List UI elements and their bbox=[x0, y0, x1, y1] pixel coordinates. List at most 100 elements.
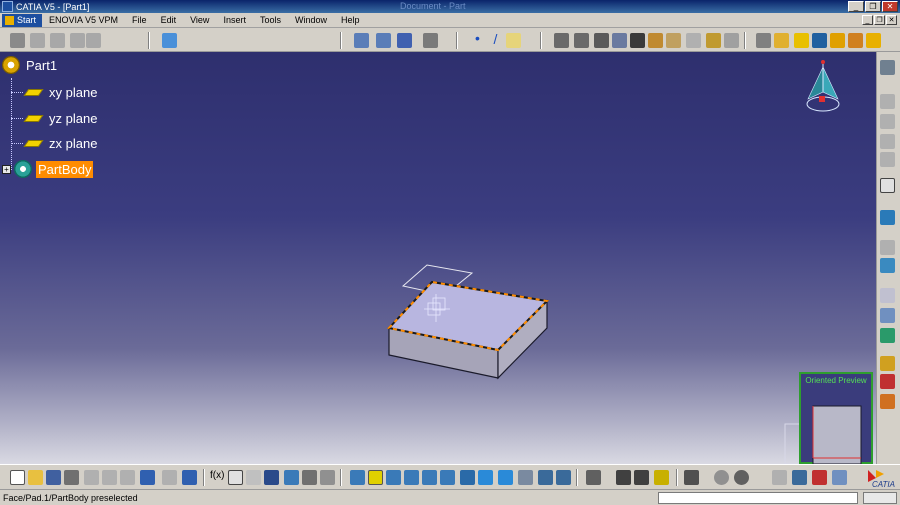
text-icon[interactable] bbox=[880, 288, 895, 303]
constraint-icon[interactable] bbox=[354, 33, 369, 48]
hole-icon[interactable] bbox=[612, 33, 627, 48]
measure-icon[interactable] bbox=[866, 33, 881, 48]
normal-view-icon[interactable] bbox=[460, 470, 475, 485]
constraint-dialog-icon[interactable] bbox=[376, 33, 391, 48]
fill-icon[interactable] bbox=[880, 94, 895, 109]
stopwatch-icon[interactable] bbox=[734, 470, 749, 485]
menu-help[interactable]: Help bbox=[334, 15, 367, 25]
split-icon[interactable] bbox=[880, 134, 895, 149]
scan-icon[interactable] bbox=[320, 470, 335, 485]
shading-icon[interactable] bbox=[518, 470, 533, 485]
draft-analysis-icon[interactable] bbox=[880, 374, 895, 389]
shaft-feature-icon[interactable] bbox=[594, 33, 609, 48]
trim-icon[interactable] bbox=[880, 152, 895, 167]
fly-mode-icon[interactable] bbox=[350, 470, 365, 485]
inertia-icon[interactable] bbox=[654, 470, 669, 485]
pattern-icon[interactable] bbox=[830, 33, 845, 48]
paste-icon[interactable] bbox=[120, 470, 135, 485]
whats-this-icon[interactable] bbox=[182, 470, 197, 485]
swap-space-icon[interactable] bbox=[556, 470, 571, 485]
multi-view-icon[interactable] bbox=[478, 470, 493, 485]
pocket-feature-icon[interactable] bbox=[574, 33, 589, 48]
doc-close-button[interactable]: ✕ bbox=[886, 15, 897, 25]
tree-root[interactable]: Part1 bbox=[2, 56, 57, 74]
fit-all-icon[interactable] bbox=[368, 470, 383, 485]
annotation-icon[interactable] bbox=[880, 210, 895, 225]
view-icon[interactable] bbox=[880, 240, 895, 255]
catia-app-icon[interactable] bbox=[2, 1, 13, 12]
minimize-button[interactable]: _ bbox=[848, 1, 864, 12]
hide-show-icon[interactable] bbox=[538, 470, 553, 485]
join-icon[interactable] bbox=[880, 114, 895, 129]
measure-item-icon[interactable] bbox=[634, 470, 649, 485]
menu-edit[interactable]: Edit bbox=[154, 15, 184, 25]
start-menu[interactable]: Start bbox=[2, 13, 43, 27]
restore-button[interactable]: ❐ bbox=[865, 1, 881, 12]
tree-item-xy-plane[interactable]: xy plane bbox=[23, 83, 97, 101]
fillet-icon[interactable] bbox=[648, 33, 663, 48]
axis-system-icon[interactable] bbox=[754, 470, 769, 485]
close-button[interactable]: ✕ bbox=[882, 1, 898, 12]
cut-icon[interactable] bbox=[84, 470, 99, 485]
menu-view[interactable]: View bbox=[183, 15, 216, 25]
oriented-preview[interactable]: Oriented Preview bbox=[799, 372, 873, 464]
boolean-icon[interactable] bbox=[756, 33, 771, 48]
redo-icon[interactable] bbox=[162, 470, 177, 485]
pocket-icon[interactable] bbox=[70, 33, 85, 48]
new-icon[interactable] bbox=[10, 470, 25, 485]
draft-icon[interactable] bbox=[686, 33, 701, 48]
status-button[interactable] bbox=[863, 492, 897, 504]
rib-icon[interactable] bbox=[630, 33, 645, 48]
zoom-out-icon[interactable] bbox=[440, 470, 455, 485]
analysis-icon[interactable] bbox=[880, 328, 895, 343]
axis-icon[interactable] bbox=[423, 33, 438, 48]
transform-icon[interactable] bbox=[774, 33, 789, 48]
compass-icon[interactable] bbox=[806, 60, 840, 112]
command-input[interactable] bbox=[658, 492, 858, 504]
doc-minimize-button[interactable]: _ bbox=[862, 15, 873, 25]
customize-icon[interactable] bbox=[880, 60, 895, 75]
menu-window[interactable]: Window bbox=[288, 15, 334, 25]
pan-icon[interactable] bbox=[386, 470, 401, 485]
pad-icon[interactable] bbox=[50, 33, 65, 48]
pad-feature-icon[interactable] bbox=[554, 33, 569, 48]
plane-icon[interactable] bbox=[506, 33, 521, 48]
undo-icon[interactable] bbox=[140, 470, 155, 485]
iso-view-icon[interactable] bbox=[498, 470, 513, 485]
point-icon[interactable]: • bbox=[470, 31, 485, 48]
menu-file[interactable]: File bbox=[125, 15, 154, 25]
dimension-icon[interactable] bbox=[812, 470, 827, 485]
tree-item-yz-plane[interactable]: yz plane bbox=[23, 109, 97, 127]
pointer-icon[interactable] bbox=[880, 308, 895, 323]
3d-viewport[interactable]: Part1 xy plane yz plane zx plane + PartB… bbox=[0, 52, 876, 464]
select-arrow-icon[interactable] bbox=[880, 178, 895, 193]
table-icon[interactable] bbox=[264, 470, 279, 485]
menu-enovia[interactable]: ENOVIA V5 VPM bbox=[42, 15, 125, 25]
curvature-icon[interactable] bbox=[880, 394, 895, 409]
doc-restore-button[interactable]: ❐ bbox=[874, 15, 885, 25]
expand-toggle[interactable]: + bbox=[2, 164, 11, 174]
translate-icon[interactable] bbox=[794, 33, 809, 48]
zoom-in-icon[interactable] bbox=[422, 470, 437, 485]
comment-icon[interactable] bbox=[228, 470, 243, 485]
grid-icon[interactable] bbox=[397, 33, 412, 48]
menu-insert[interactable]: Insert bbox=[216, 15, 253, 25]
tree-item-zx-plane[interactable]: zx plane bbox=[23, 134, 97, 152]
line-icon[interactable]: / bbox=[488, 32, 503, 48]
capture-icon[interactable] bbox=[684, 470, 699, 485]
tree-item-partbody[interactable]: + PartBody bbox=[2, 160, 94, 178]
shell-icon[interactable] bbox=[706, 33, 721, 48]
material-icon[interactable] bbox=[162, 33, 177, 48]
snap-icon[interactable] bbox=[792, 470, 807, 485]
list-icon[interactable] bbox=[832, 470, 847, 485]
units-icon[interactable] bbox=[772, 470, 787, 485]
formula-icon[interactable]: f(x) bbox=[210, 470, 225, 485]
save-icon[interactable] bbox=[46, 470, 61, 485]
sketch-icon[interactable] bbox=[10, 33, 25, 48]
apply-material-icon[interactable] bbox=[880, 356, 895, 371]
update-icon[interactable] bbox=[586, 470, 601, 485]
menu-tools[interactable]: Tools bbox=[253, 15, 288, 25]
catalog-icon[interactable] bbox=[302, 470, 317, 485]
scaling-icon[interactable] bbox=[848, 33, 863, 48]
knowledge-icon[interactable] bbox=[246, 470, 261, 485]
